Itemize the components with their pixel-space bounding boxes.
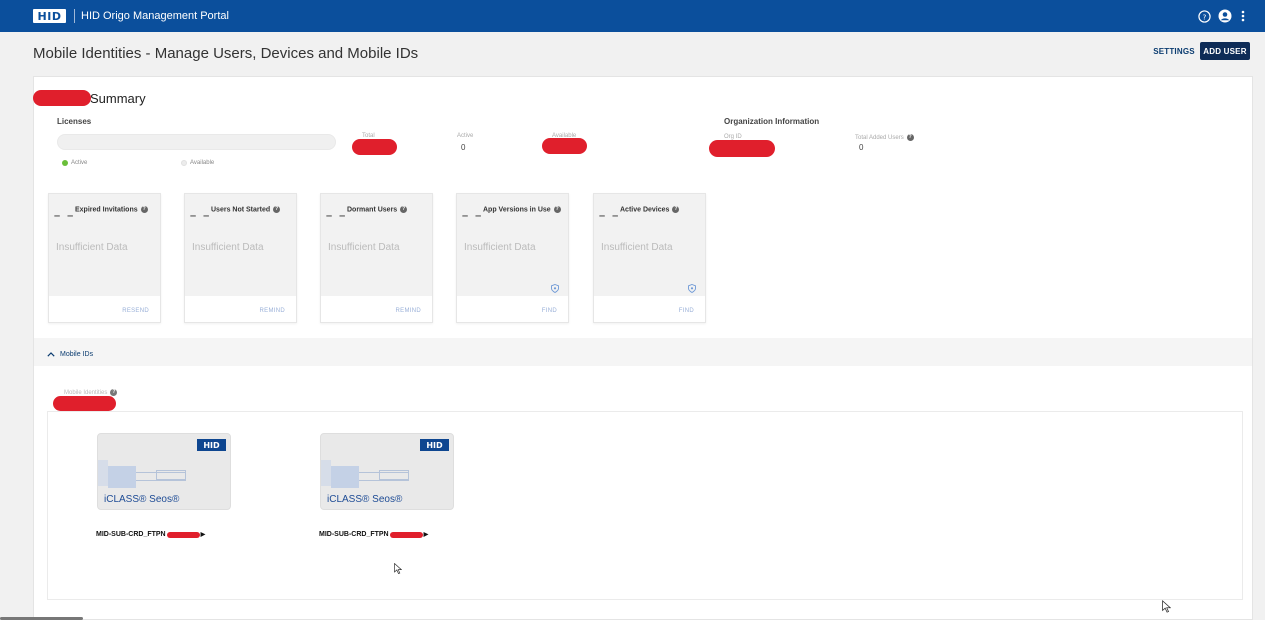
top-app-bar: HID HID Origo Management Portal ? (0, 0, 1265, 32)
card-brand: iCLASS® Seos® (327, 494, 403, 505)
help-circle-icon[interactable]: ? (906, 134, 914, 141)
card-status: Insufficient Data (192, 242, 264, 253)
app-title: HID Origo Management Portal (81, 10, 229, 22)
card-app-versions: – – App Versions in Use? Insufficient Da… (456, 193, 569, 323)
mobile-id-name[interactable]: MID-SUB-CRD_FTPN ▶ (319, 531, 428, 538)
help-circle-icon[interactable]: ? (553, 206, 561, 213)
licenses-label: Licenses (57, 117, 92, 126)
card-title: Users Not Started? (211, 206, 281, 214)
resend-link[interactable]: RESEND (122, 308, 149, 314)
card-status: Insufficient Data (56, 242, 128, 253)
help-circle-icon[interactable]: ? (273, 206, 281, 213)
redacted-id-suffix (166, 531, 200, 538)
card-users-not-started: – – Users Not Started? Insufficient Data… (184, 193, 297, 323)
org-info-title: Organization Information (724, 117, 820, 126)
redacted-org-name (33, 90, 91, 106)
licenses-progress-bar (57, 134, 336, 150)
user-account-icon[interactable] (1218, 9, 1232, 23)
hid-badge-icon: HID (420, 439, 449, 451)
card-expired-invitations: – – Expired Invitations? Insufficient Da… (48, 193, 161, 323)
mouse-cursor-icon (394, 562, 403, 577)
card-title: Active Devices? (620, 206, 680, 214)
redacted-org-id (709, 140, 775, 157)
legend-active: Active (62, 160, 87, 166)
remind-link[interactable]: REMIND (396, 308, 421, 314)
mobile-id-card[interactable]: HID iCLASS® Seos® (97, 433, 231, 510)
available-dot-icon (181, 160, 187, 166)
caret-right-icon: ▶ (423, 532, 429, 538)
mobile-ids-toggle[interactable]: Mobile IDs (47, 349, 93, 359)
caret-right-icon: ▶ (200, 532, 206, 538)
hid-logo: HID (33, 9, 66, 23)
find-link[interactable]: FIND (679, 308, 694, 314)
card-dormant-users: – – Dormant Users? Insufficient Data REM… (320, 193, 433, 323)
shield-icon (551, 284, 559, 295)
legend-available: Available (181, 160, 214, 166)
chevron-up-icon (47, 349, 55, 359)
card-status: Insufficient Data (328, 242, 400, 253)
shield-icon (688, 284, 696, 295)
svg-text:?: ? (1202, 12, 1206, 21)
card-title: Expired Invitations? (75, 206, 148, 214)
help-circle-icon[interactable]: ? (400, 206, 408, 213)
active-dot-icon (62, 160, 68, 166)
total-added-users-value: 0 (859, 143, 864, 152)
mobile-id-card[interactable]: HID iCLASS® Seos® (320, 433, 454, 510)
topbar-divider (74, 9, 75, 23)
hid-badge-icon: HID (197, 439, 226, 451)
settings-button[interactable]: SETTINGS (1151, 43, 1197, 60)
page-title: Mobile Identities - Manage Users, Device… (33, 45, 419, 62)
card-chip-icon (331, 466, 359, 488)
total-added-users-label: Total Added Users? (855, 134, 914, 142)
card-title: Dormant Users? (347, 206, 408, 214)
help-circle-icon[interactable]: ? (672, 206, 680, 213)
help-circle-icon[interactable]: ? (140, 206, 148, 213)
card-active-devices: – – Active Devices? Insufficient Data FI… (593, 193, 706, 323)
mobile-ids-section-header (34, 338, 1252, 366)
help-icon[interactable]: ? (1197, 9, 1211, 23)
redacted-id-suffix (389, 531, 423, 538)
redacted-available (542, 138, 587, 154)
card-status: Insufficient Data (464, 242, 536, 253)
active-label: Active (457, 133, 474, 139)
mouse-cursor-icon (1162, 599, 1172, 616)
card-brand: iCLASS® Seos® (104, 494, 180, 505)
card-title: App Versions in Use? (483, 206, 561, 214)
active-value: 0 (461, 143, 466, 152)
summary-title: Summary (90, 91, 146, 106)
remind-link[interactable]: REMIND (260, 308, 285, 314)
mobile-id-name[interactable]: MID-SUB-CRD_FTPN ▶ (96, 531, 205, 538)
find-link[interactable]: FIND (542, 308, 557, 314)
add-user-button[interactable]: ADD USER (1200, 42, 1250, 60)
kebab-menu-icon[interactable] (1238, 9, 1248, 23)
redacted-total (352, 139, 397, 155)
redacted-mobile-identities (53, 396, 116, 411)
help-circle-icon[interactable]: ? (110, 389, 118, 396)
card-status: Insufficient Data (601, 242, 673, 253)
card-chip-icon (108, 466, 136, 488)
